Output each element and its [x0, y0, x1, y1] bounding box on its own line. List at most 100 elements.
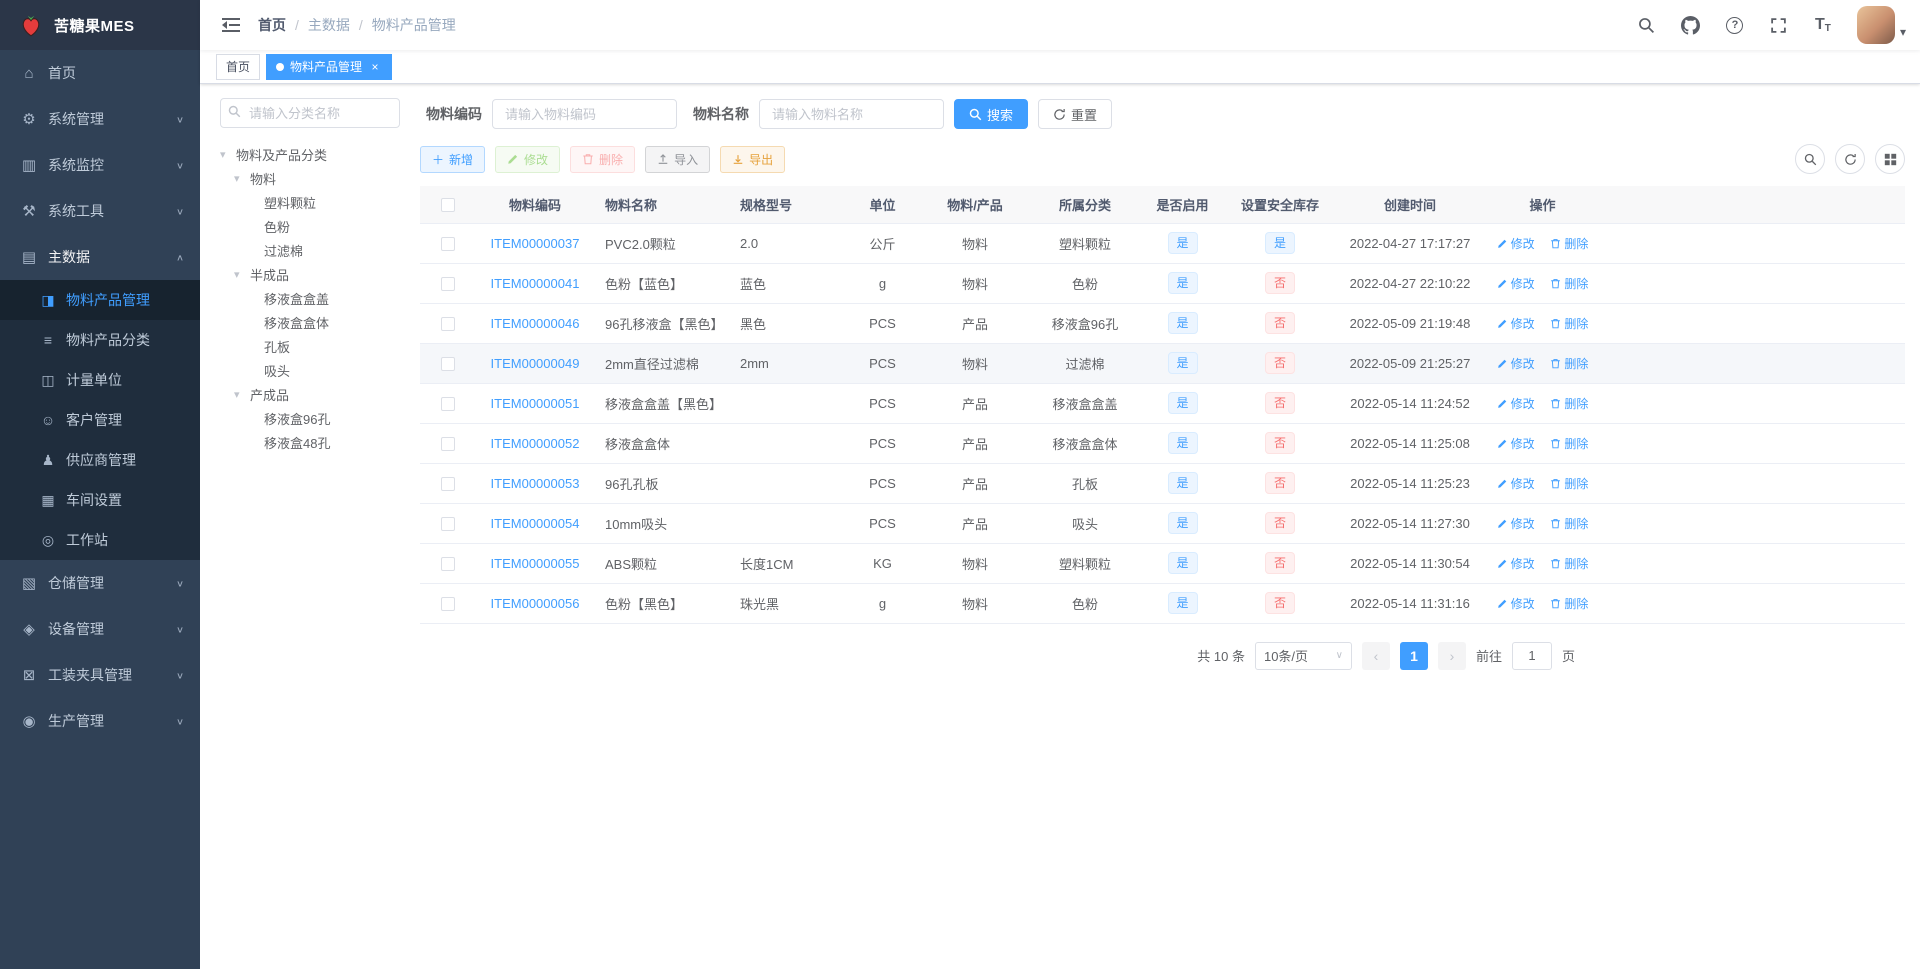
add-button[interactable]: ＋ 新增	[420, 145, 486, 173]
row-edit-link[interactable]: 修改	[1497, 435, 1535, 452]
tree-node-material[interactable]: ▾ 物料	[220, 166, 400, 190]
row-delete-link[interactable]: 删除	[1550, 515, 1588, 532]
sidebar-item-system-monitor[interactable]: ▥ 系统监控 ∨	[0, 142, 200, 188]
page-size-select[interactable]: 10条/页 ∨	[1254, 641, 1352, 670]
tree-node-leaf[interactable]: ▾ 移液盒48孔	[220, 430, 400, 454]
row-delete-link[interactable]: 删除	[1550, 435, 1588, 452]
row-edit-link[interactable]: 修改	[1497, 595, 1535, 612]
row-delete-link[interactable]: 删除	[1550, 555, 1588, 572]
tab-home[interactable]: 首页	[216, 53, 261, 80]
row-delete-link[interactable]: 删除	[1550, 235, 1588, 252]
sidebar-item-material-product-management[interactable]: ◨ 物料产品管理	[0, 280, 200, 320]
row-checkbox[interactable]	[440, 396, 455, 411]
material-name-input[interactable]	[759, 99, 944, 129]
sidebar-toggle-icon[interactable]	[214, 8, 248, 42]
material-code-link[interactable]: ITEM00000049	[491, 356, 580, 371]
caret-down-icon[interactable]: ▾	[234, 388, 250, 401]
caret-down-icon[interactable]: ▾	[234, 268, 250, 281]
sidebar-item-supplier-management[interactable]: ♟ 供应商管理	[0, 440, 200, 480]
tree-node-root[interactable]: ▾ 物料及产品分类	[220, 142, 400, 166]
row-edit-link[interactable]: 修改	[1497, 355, 1535, 372]
tree-node-leaf[interactable]: ▾ 过滤棉	[220, 238, 400, 262]
close-icon[interactable]: ×	[368, 60, 382, 74]
export-button[interactable]: 导出	[720, 145, 786, 173]
row-checkbox[interactable]	[440, 276, 455, 291]
material-code-link[interactable]: ITEM00000053	[491, 476, 580, 491]
row-edit-link[interactable]: 修改	[1497, 395, 1535, 412]
row-delete-link[interactable]: 删除	[1550, 395, 1588, 412]
sidebar-item-workshop-settings[interactable]: ▦ 车间设置	[0, 480, 200, 520]
app-logo[interactable]: 苦糖果MES	[0, 0, 200, 50]
material-code-link[interactable]: ITEM00000052	[491, 436, 580, 451]
user-menu[interactable]: ▾	[1856, 6, 1906, 44]
row-checkbox[interactable]	[440, 596, 455, 611]
sidebar-item-home[interactable]: ⌂ 首页	[0, 50, 200, 96]
reset-button[interactable]: 重置	[1038, 99, 1113, 129]
prev-page-button[interactable]: ‹	[1361, 641, 1390, 670]
goto-page-input[interactable]	[1511, 641, 1552, 670]
tab-material-product-management[interactable]: 物料产品管理 ×	[266, 53, 393, 80]
row-delete-link[interactable]: 删除	[1550, 595, 1588, 612]
material-code-link[interactable]: ITEM00000041	[491, 276, 580, 291]
next-page-button[interactable]: ›	[1437, 641, 1466, 670]
row-checkbox[interactable]	[440, 556, 455, 571]
material-code-input[interactable]	[492, 99, 677, 129]
row-edit-link[interactable]: 修改	[1497, 475, 1535, 492]
row-edit-link[interactable]: 修改	[1497, 555, 1535, 572]
caret-down-icon[interactable]: ▾	[220, 148, 236, 161]
delete-button[interactable]: 删除	[570, 145, 636, 173]
sidebar-item-workstation[interactable]: ◎ 工作站	[0, 520, 200, 560]
tree-node-leaf[interactable]: ▾ 移液盒盒盖	[220, 286, 400, 310]
row-checkbox[interactable]	[440, 356, 455, 371]
sidebar-item-material-product-category[interactable]: ≡ 物料产品分类	[0, 320, 200, 360]
help-icon[interactable]: ?	[1717, 5, 1753, 45]
edit-button[interactable]: 修改	[495, 145, 561, 173]
row-checkbox[interactable]	[440, 476, 455, 491]
column-settings-button[interactable]	[1875, 144, 1905, 174]
row-checkbox[interactable]	[440, 516, 455, 531]
sidebar-item-warehouse-management[interactable]: ▧ 仓储管理 ∨	[0, 560, 200, 606]
sidebar-item-measurement-unit[interactable]: ◫ 计量单位	[0, 360, 200, 400]
search-button[interactable]: 搜索	[954, 99, 1029, 129]
breadcrumb-home[interactable]: 首页	[258, 15, 286, 35]
row-delete-link[interactable]: 删除	[1550, 355, 1588, 372]
sidebar-item-tooling-fixture-management[interactable]: ⊠ 工装夹具管理 ∨	[0, 652, 200, 698]
category-search-input[interactable]	[220, 98, 400, 128]
tree-node-leaf[interactable]: ▾ 吸头	[220, 358, 400, 382]
sidebar-item-customer-management[interactable]: ☺ 客户管理	[0, 400, 200, 440]
select-all-checkbox[interactable]	[440, 198, 455, 213]
tree-node-leaf[interactable]: ▾ 移液盒96孔	[220, 406, 400, 430]
sidebar-item-system-management[interactable]: ⚙ 系统管理 ∨	[0, 96, 200, 142]
row-delete-link[interactable]: 删除	[1550, 275, 1588, 292]
material-code-link[interactable]: ITEM00000056	[491, 596, 580, 611]
sidebar-item-system-tools[interactable]: ⚒ 系统工具 ∨	[0, 188, 200, 234]
current-page-button[interactable]: 1	[1399, 641, 1428, 670]
row-delete-link[interactable]: 删除	[1550, 315, 1588, 332]
sidebar-item-equipment-management[interactable]: ◈ 设备管理 ∨	[0, 606, 200, 652]
font-size-icon[interactable]: TT	[1805, 5, 1841, 45]
row-edit-link[interactable]: 修改	[1497, 275, 1535, 292]
row-edit-link[interactable]: 修改	[1497, 515, 1535, 532]
github-icon[interactable]	[1673, 5, 1709, 45]
material-code-link[interactable]: ITEM00000051	[491, 396, 580, 411]
sidebar-item-master-data[interactable]: ▤ 主数据 ∧	[0, 234, 200, 280]
breadcrumb-master-data[interactable]: 主数据	[308, 15, 350, 35]
import-button[interactable]: 导入	[645, 145, 711, 173]
toggle-search-button[interactable]	[1795, 144, 1825, 174]
material-code-link[interactable]: ITEM00000054	[491, 516, 580, 531]
sidebar-item-production-management[interactable]: ◉ 生产管理 ∨	[0, 698, 200, 744]
caret-down-icon[interactable]: ▾	[234, 172, 250, 185]
tree-node-leaf[interactable]: ▾ 孔板	[220, 334, 400, 358]
row-delete-link[interactable]: 删除	[1550, 475, 1588, 492]
row-edit-link[interactable]: 修改	[1497, 235, 1535, 252]
material-code-link[interactable]: ITEM00000046	[491, 316, 580, 331]
tree-node-leaf[interactable]: ▾ 色粉	[220, 214, 400, 238]
tree-node-semifinished[interactable]: ▾ 半成品	[220, 262, 400, 286]
fullscreen-icon[interactable]	[1761, 5, 1797, 45]
material-code-link[interactable]: ITEM00000037	[491, 236, 580, 251]
tree-node-finished[interactable]: ▾ 产成品	[220, 382, 400, 406]
refresh-button[interactable]	[1835, 144, 1865, 174]
row-edit-link[interactable]: 修改	[1497, 315, 1535, 332]
row-checkbox[interactable]	[440, 236, 455, 251]
search-icon[interactable]	[1629, 5, 1665, 45]
